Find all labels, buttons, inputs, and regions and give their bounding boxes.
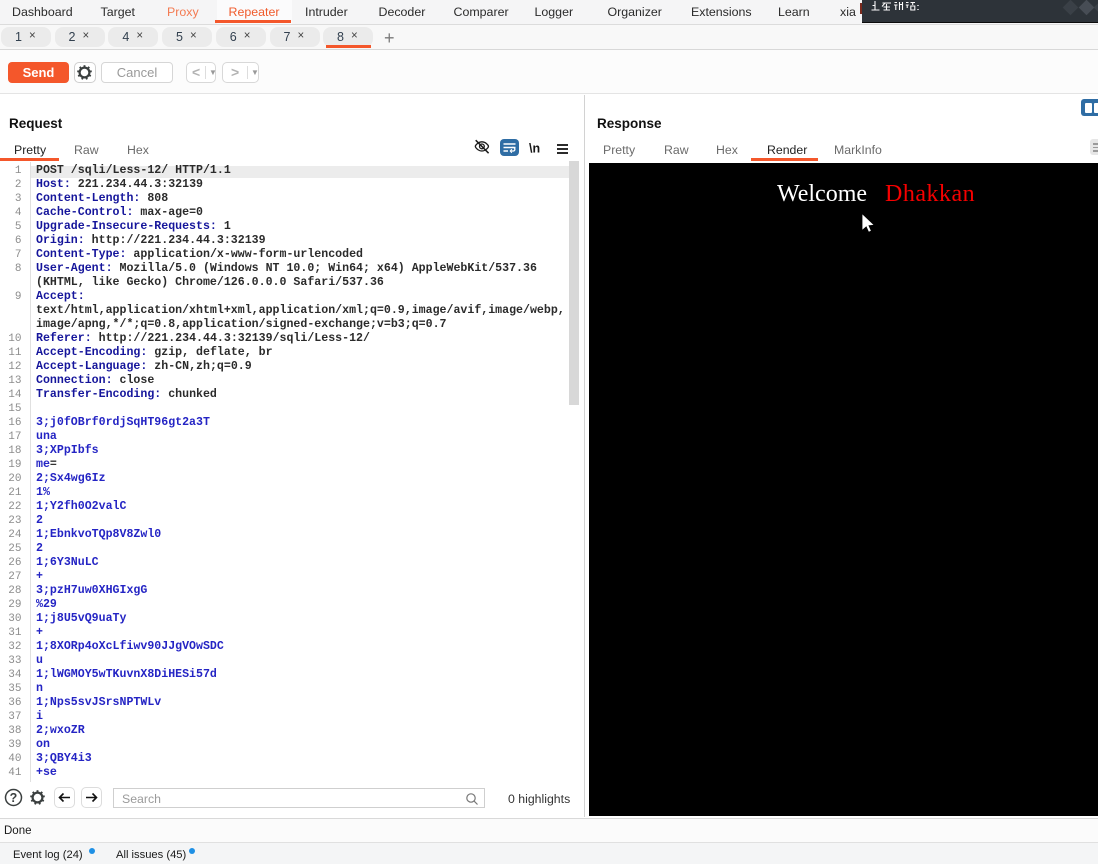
svg-text:\n: \n <box>529 142 540 156</box>
svg-text:?: ? <box>10 791 18 805</box>
